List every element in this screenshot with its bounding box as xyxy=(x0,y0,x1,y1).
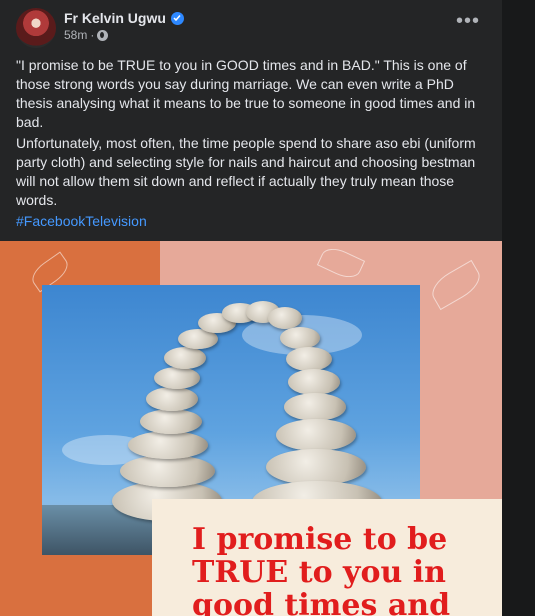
stone xyxy=(286,347,332,371)
post-meta: 58m · xyxy=(64,28,109,42)
stone xyxy=(140,409,202,434)
post-author: Fr Kelvin Ugwu xyxy=(64,10,184,26)
stone xyxy=(268,307,302,329)
post-image[interactable]: I promise to be TRUE to you in good time… xyxy=(0,241,502,616)
leaf-decoration xyxy=(316,243,366,283)
stone xyxy=(128,431,208,459)
more-options-icon[interactable]: ••• xyxy=(452,11,484,36)
stone xyxy=(288,369,340,395)
verified-badge-icon xyxy=(170,11,184,25)
avatar[interactable] xyxy=(16,8,56,48)
quote-card: I promise to be TRUE to you in good time… xyxy=(152,499,502,616)
feed-background xyxy=(502,0,535,616)
stone xyxy=(266,449,366,485)
quote-line-2: TRUE to you in xyxy=(192,555,446,590)
globe-icon xyxy=(97,29,109,41)
quote-line-3: good times and xyxy=(192,588,451,616)
post-paragraph-1: "I promise to be TRUE to you in GOOD tim… xyxy=(16,57,476,130)
post-time[interactable]: 58m xyxy=(64,28,87,42)
stone xyxy=(280,327,320,349)
stone xyxy=(120,455,215,487)
stone xyxy=(276,419,356,451)
stone xyxy=(146,387,198,411)
author-name[interactable]: Fr Kelvin Ugwu xyxy=(64,10,166,26)
hashtag-link[interactable]: #FacebookTelevision xyxy=(16,213,147,229)
stone xyxy=(164,347,206,369)
stone xyxy=(154,367,200,389)
stone xyxy=(284,393,346,421)
post-card: Fr Kelvin Ugwu 58m · ••• "I promise to b… xyxy=(0,0,502,616)
quote-text: I promise to be TRUE to you in good time… xyxy=(192,523,492,616)
leaf-decoration xyxy=(426,259,486,311)
post-paragraph-2: Unfortunately, most often, the time peop… xyxy=(16,135,476,208)
quote-line-1: I promise to be xyxy=(192,522,448,557)
